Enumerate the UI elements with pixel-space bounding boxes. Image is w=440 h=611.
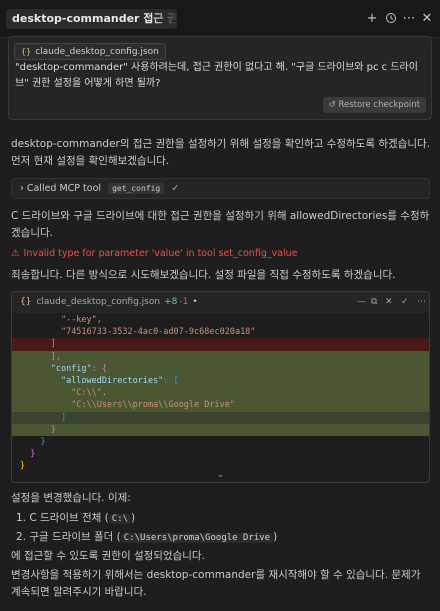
editor-header: {} claude_desktop_config.json +8 -1 • — [12, 292, 429, 313]
copy-icon[interactable]: ⧉ — [371, 292, 377, 313]
editor-filename[interactable]: claude_desktop_config.json — [36, 297, 160, 307]
code-diff-editor: {} claude_desktop_config.json +8 -1 • — ⧉ ✕ … — [11, 291, 430, 483]
json-file-icon: {} — [20, 297, 32, 307]
restore-icon: ↺ — [328, 100, 339, 110]
list-item: 2. 구글 드라이브 폴더 (C:\Users\proma\Google Dri… — [16, 531, 278, 543]
code-line-added: ], — [12, 350, 429, 363]
history-icon[interactable] — [384, 12, 398, 26]
list-item: 1. C 드라이브 전체 (C:\) — [16, 512, 136, 524]
chevron-right-icon: › — [20, 183, 24, 194]
user-message-text: "desktop-commander" 사용하려는데, 접근 권한이 없다고 해… — [15, 62, 418, 89]
warning-icon: ⚠ — [11, 248, 20, 259]
assistant-paragraph-6: 변경사항을 적용하기 위해서는 desktop-commander를 재시작해야… — [11, 569, 421, 598]
assistant-paragraph-4: 설정을 변경했습니다. 이제: — [11, 492, 131, 504]
json-file-icon: {} — [21, 47, 32, 56]
code-line-added: "allowedDirectories": [ — [12, 374, 429, 388]
more-icon[interactable]: ⋯ — [417, 292, 426, 313]
restore-checkpoint-button[interactable]: ↺ Restore checkpoint — [322, 97, 426, 113]
assistant-paragraph-1: desktop-commander의 접근 권한을 설정하기 위해 설정을 확인… — [11, 138, 431, 167]
user-message: {} claude_desktop_config.json "desktop-co… — [8, 36, 432, 120]
chat-title[interactable]: desktop-commander 접근 권한 설정 문제 — [6, 9, 177, 29]
minimize-icon[interactable]: — — [357, 292, 366, 313]
additions-count: +8 — [164, 297, 178, 307]
more-icon[interactable]: ⋯ — [402, 12, 416, 26]
inline-code: C:\Users\proma\Google Drive — [120, 533, 274, 543]
accept-icon[interactable]: ✓ — [401, 292, 409, 313]
code-line-added: } — [12, 423, 429, 436]
code-line-added: "C:\\Users\\proma\\Google Drive" — [12, 399, 429, 412]
mcp-tool-call[interactable]: › Called MCP tool get_config ✓ — [11, 178, 430, 199]
chat-header: desktop-commander 접근 권한 설정 문제 + ⋯ ✕ — [0, 0, 440, 38]
deletions-count: -1 — [179, 297, 189, 307]
tool-name: get_config — [108, 183, 165, 194]
unsaved-dot: • — [192, 297, 198, 307]
check-icon: ✓ — [171, 183, 180, 194]
code-line-added: ] — [12, 411, 429, 424]
attachment-chip[interactable]: {} claude_desktop_config.json — [14, 43, 166, 60]
code-line-deleted: ] — [12, 338, 429, 351]
close-icon[interactable]: ✕ — [385, 292, 393, 313]
code-lines: "--key", "74516733-3532-4ac0-ad07-9c68ec… — [12, 314, 429, 472]
plus-icon[interactable]: + — [365, 12, 379, 26]
code-line: "74516733-3532-4ac0-ad07-9c68ec020a18" — [60, 327, 256, 338]
inline-code: C:\ — [108, 514, 132, 524]
code-line: "--key", — [60, 315, 102, 325]
code-line-added: "config": { — [12, 362, 429, 375]
assistant-paragraph-2: C 드라이브와 구글 드라이브에 대한 접근 권한을 설정하기 위해 allow… — [11, 210, 430, 239]
assistant-paragraph-5: 에 접근할 수 있도록 권한이 설정되었습니다. — [11, 550, 205, 562]
code-line: } — [40, 436, 46, 447]
code-line-added: "C:\\", — [12, 387, 429, 400]
expand-chevron-icon[interactable]: ⌄ — [12, 468, 429, 482]
error-message: ⚠ Invalid type for parameter 'value' in t… — [11, 248, 298, 259]
code-line: } — [30, 449, 36, 460]
close-icon[interactable]: ✕ — [420, 12, 434, 26]
assistant-paragraph-3: 죄송합니다. 다른 방식으로 시도해보겠습니다. 설정 파일을 직접 수정하도록… — [11, 269, 396, 281]
